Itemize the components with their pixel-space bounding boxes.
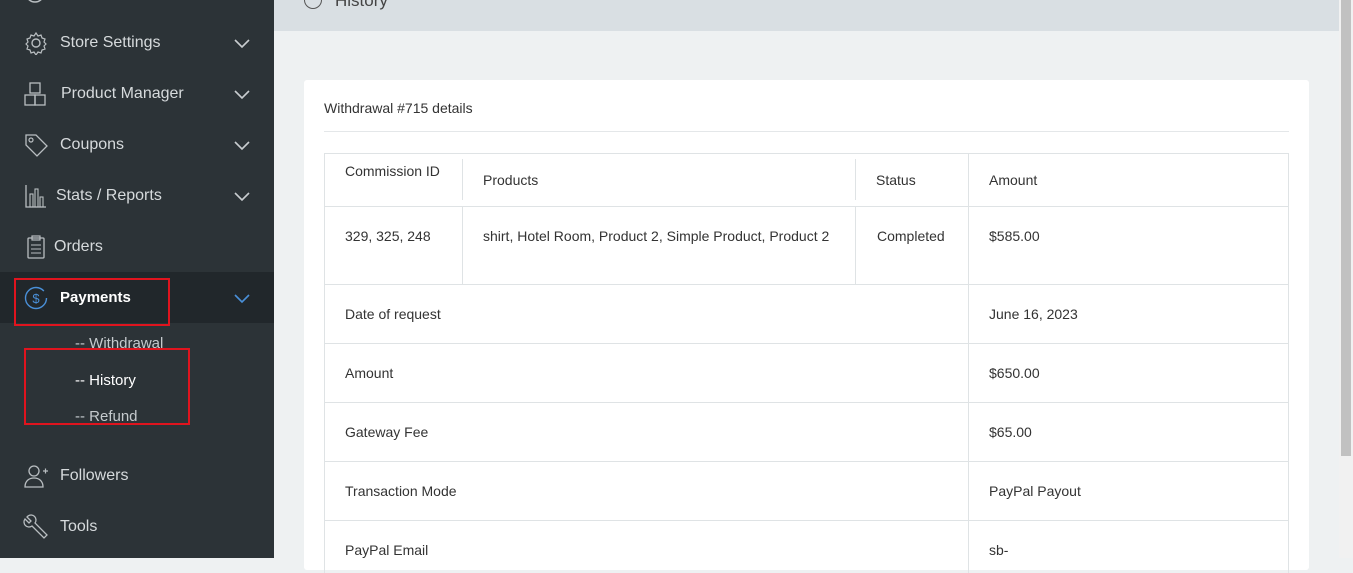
chevron-down-icon	[234, 38, 250, 48]
tag-icon	[23, 132, 49, 158]
sidebar: Store Settings Product Manager Coupons S…	[0, 0, 274, 558]
history-icon	[304, 0, 322, 9]
gear-icon	[23, 30, 49, 56]
divider	[855, 206, 856, 284]
divider	[462, 159, 463, 200]
divider	[324, 461, 1289, 462]
user-plus-icon	[23, 463, 49, 489]
detail-value: PayPal Payout	[989, 483, 1081, 499]
column-header-amount: Amount	[989, 172, 1038, 188]
clipboard-icon	[23, 234, 49, 260]
amount-cell: $585.00	[989, 228, 1040, 244]
commission-ids-cell: 329, 325, 248	[345, 228, 431, 244]
scrollbar-thumb[interactable]	[1341, 0, 1351, 456]
sidebar-item-label: Stats / Reports	[56, 186, 162, 204]
chevron-down-icon	[234, 140, 250, 150]
boxes-icon	[23, 81, 49, 107]
detail-label: Transaction Mode	[345, 483, 457, 499]
divider	[855, 159, 856, 200]
divider	[324, 284, 1289, 285]
divider	[462, 206, 463, 284]
column-header-commission-id: Commission ID	[345, 163, 440, 179]
chevron-down-icon	[234, 191, 250, 201]
status-cell: Completed	[877, 228, 945, 244]
divider	[324, 520, 1289, 521]
highlight-box-history	[24, 348, 190, 425]
highlight-box-payments	[14, 278, 170, 326]
chevron-down-icon	[234, 293, 250, 303]
detail-value: $65.00	[989, 424, 1032, 440]
sidebar-item-label: Coupons	[60, 135, 125, 153]
divider	[324, 343, 1289, 344]
products-cell: shirt, Hotel Room, Product 2, Simple Pro…	[483, 228, 830, 244]
column-header-products: Products	[483, 172, 539, 188]
sidebar-item-label: Orders	[54, 237, 103, 255]
sidebar-item-followers[interactable]: Followers	[0, 450, 274, 501]
detail-label: Gateway Fee	[345, 424, 429, 440]
detail-value: $650.00	[989, 365, 1040, 381]
sidebar-item-tools[interactable]: Tools	[0, 501, 274, 552]
sidebar-item-label: Store Settings	[60, 33, 161, 51]
detail-value: sb-	[989, 542, 1009, 558]
sidebar-item-label: Tools	[60, 517, 98, 535]
wrench-icon	[23, 513, 49, 540]
page-title: History	[335, 0, 388, 10]
divider	[324, 153, 1289, 154]
detail-value: June 16, 2023	[989, 306, 1078, 322]
divider	[324, 402, 1289, 403]
sidebar-item-label: Product Manager	[61, 84, 184, 102]
detail-label: PayPal Email	[345, 542, 429, 558]
sidebar-item-product-manager[interactable]: Product Manager	[0, 68, 274, 119]
divider	[968, 153, 969, 573]
withdrawal-details-card: Withdrawal #715 details Commission ID Pr…	[304, 80, 1309, 573]
divider	[324, 206, 1289, 207]
divider	[1288, 153, 1289, 573]
scrollbar[interactable]	[1339, 0, 1353, 558]
sidebar-item-coupons[interactable]: Coupons	[0, 119, 274, 170]
sidebar-item-store-settings[interactable]: Store Settings	[0, 17, 274, 68]
detail-label: Date of request	[345, 306, 441, 322]
divider	[324, 153, 325, 573]
card-title: Withdrawal #715 details	[324, 100, 473, 116]
detail-label: Amount	[345, 365, 394, 381]
sidebar-item-stats-reports[interactable]: Stats / Reports	[0, 170, 274, 221]
sidebar-item-label: Followers	[60, 466, 129, 484]
clock-icon	[28, 0, 42, 3]
bar-chart-icon	[23, 183, 49, 209]
page-header: History	[274, 0, 1339, 31]
divider	[324, 131, 1289, 132]
sidebar-item-orders[interactable]: Orders	[0, 221, 274, 272]
column-header-status: Status	[876, 172, 916, 188]
chevron-down-icon	[234, 89, 250, 99]
